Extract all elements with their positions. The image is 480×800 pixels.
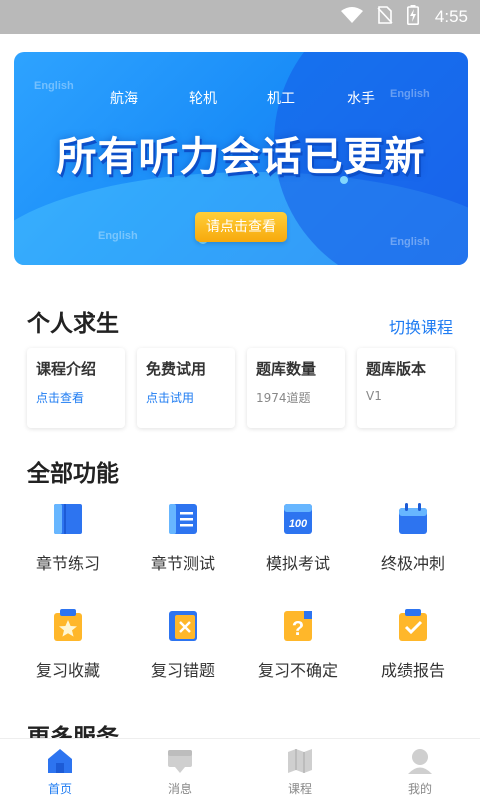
course-info-cards: 课程介绍 点击查看 免费试用 点击试用 题库数量 1974道题 题库版本 V1 (27, 348, 455, 428)
view-details-button[interactable]: 请点击查看 (195, 212, 287, 242)
card-value: 1974道题 (256, 391, 311, 405)
card-course-intro[interactable]: 课程介绍 点击查看 (27, 348, 125, 428)
clock: 4:55 (434, 7, 468, 26)
card-link[interactable]: 点击试用 (146, 389, 226, 406)
func-review-favorites[interactable]: 复习收藏 (8, 609, 128, 709)
card-free-trial[interactable]: 免费试用 点击试用 (137, 348, 235, 428)
nav-label: 消息 (167, 782, 192, 796)
banner-category: 航海 (110, 91, 138, 107)
bottom-nav: 首页 消息 课程 我的 (0, 738, 480, 800)
switch-course-link[interactable]: 切换课程 (389, 314, 453, 338)
card-question-count: 题库数量 1974道题 (247, 348, 345, 428)
banner-categories: 航海 轮机 机工 水手 (14, 88, 468, 108)
card-title: 题库数量 (256, 360, 317, 378)
nav-profile[interactable]: 我的 (360, 739, 480, 800)
card-title: 课程介绍 (36, 360, 97, 378)
card-value: V1 (366, 389, 382, 403)
status-bar: 4:55 (0, 0, 480, 34)
nav-home[interactable]: 首页 (0, 739, 120, 800)
score-100-icon: 100 (282, 502, 314, 536)
func-chapter-practice[interactable]: 章节练习 (8, 502, 128, 602)
svg-text:?: ? (292, 618, 304, 640)
course-title: 个人求生 (27, 311, 119, 337)
func-label: 模拟考试 (265, 554, 330, 573)
svg-text:100: 100 (289, 518, 308, 530)
func-review-mistakes[interactable]: 复习错题 (123, 609, 243, 709)
card-link[interactable]: 点击查看 (36, 389, 116, 406)
wifi-icon (340, 7, 363, 27)
book-icon (52, 502, 84, 536)
banner-category: 机工 (267, 91, 295, 107)
func-label: 复习不确定 (257, 661, 338, 680)
map-icon (286, 747, 314, 779)
card-title: 题库版本 (366, 360, 427, 378)
list-icon (167, 502, 199, 536)
func-chapter-test[interactable]: 章节测试 (123, 502, 243, 602)
promo-banner[interactable]: English English English English 航海 轮机 机工… (14, 52, 468, 265)
func-label: 章节测试 (150, 554, 215, 573)
no-sim-icon (377, 6, 393, 28)
home-content[interactable]: English English English English 航海 轮机 机工… (0, 34, 480, 738)
nav-courses[interactable]: 课程 (240, 739, 360, 800)
calendar-icon (397, 502, 429, 536)
banner-category: 水手 (347, 91, 375, 107)
nav-messages[interactable]: 消息 (120, 739, 240, 800)
func-label: 章节练习 (35, 554, 100, 573)
message-icon (166, 747, 194, 779)
user-icon (406, 747, 434, 779)
nav-label: 首页 (47, 782, 72, 796)
card-bank-version: 题库版本 V1 (357, 348, 455, 428)
card-title: 免费试用 (146, 360, 207, 378)
check-clipboard-icon (397, 609, 429, 643)
func-review-uncertain[interactable]: ? 复习不确定 (238, 609, 358, 709)
func-mock-exam[interactable]: 100 模拟考试 (238, 502, 358, 602)
banner-ghost-text: English (98, 230, 138, 242)
battery-charging-icon (406, 5, 419, 29)
func-label: 复习收藏 (35, 661, 100, 680)
home-icon (46, 747, 74, 779)
banner-headline: 所有听力会话已更新 (56, 134, 426, 180)
functions-title: 全部功能 (27, 461, 119, 487)
banner-category: 轮机 (189, 91, 217, 107)
func-label: 复习错题 (150, 661, 215, 680)
question-icon: ? (282, 609, 314, 643)
banner-decor-dot (340, 176, 348, 184)
wrong-book-icon (167, 609, 199, 643)
func-final-sprint[interactable]: 终极冲刺 (353, 502, 473, 602)
func-label: 成绩报告 (380, 661, 445, 680)
star-clipboard-icon (52, 609, 84, 643)
func-score-report[interactable]: 成绩报告 (353, 609, 473, 709)
nav-label: 课程 (287, 782, 312, 796)
banner-ghost-text: English (390, 236, 430, 248)
more-services-title: 更多服务 (27, 725, 119, 738)
func-label: 终极冲刺 (380, 554, 445, 573)
nav-label: 我的 (407, 782, 432, 796)
